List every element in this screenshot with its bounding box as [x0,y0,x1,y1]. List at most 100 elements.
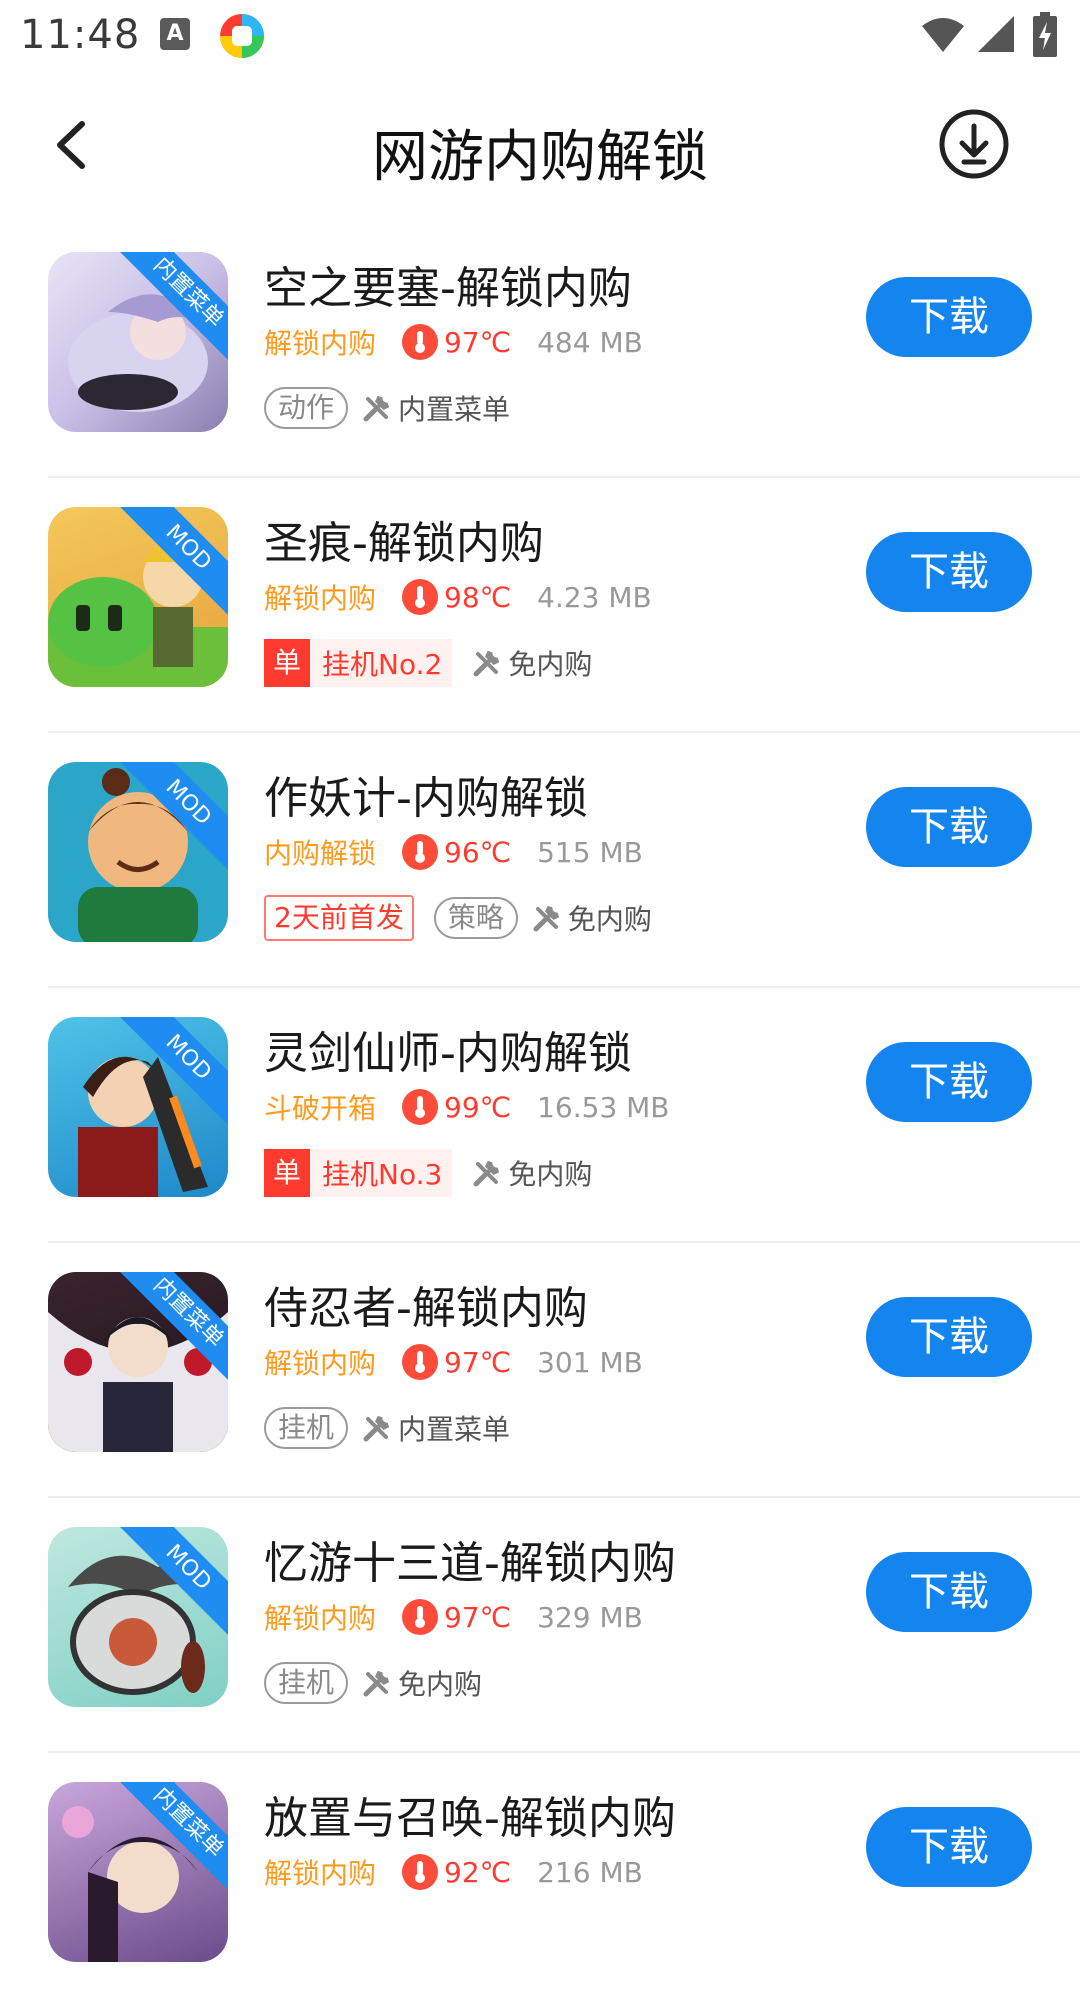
game-list-item[interactable]: MOD 圣痕-解锁内购 解锁内购 98℃ 4.23 MB 单 挂机No.2 免内… [0,477,1080,733]
tag-row: 2天前首发 策略 免内购 [264,894,652,942]
tag-row: 动作 内置菜单 [264,384,510,432]
game-icon[interactable]: 内置菜单 [48,1272,228,1452]
signal-icon [978,16,1014,52]
temperature-value: 99℃ [444,1090,512,1124]
game-meta: 解锁内购 97℃ 329 MB [264,1595,643,1639]
feature-label: 解锁内购 [264,1602,377,1635]
category-tag[interactable]: 策略 [433,897,518,939]
file-size: 4.23 MB [537,580,652,614]
thermometer-icon [402,1344,439,1380]
wrench-icon [472,648,502,678]
temperature-value: 97℃ [444,1345,512,1379]
game-list-item[interactable]: MOD 灵剑仙师-内购解锁 斗破开箱 99℃ 16.53 MB 单 挂机No.3 [0,987,1080,1243]
feature-label: 解锁内购 [264,1347,377,1380]
page-title: 网游内购解锁 [372,125,708,190]
wrench-icon [362,1413,392,1443]
feature-label: 斗破开箱 [264,1092,377,1125]
download-button[interactable]: 下载 [866,1552,1032,1632]
download-button[interactable]: 下载 [866,1807,1032,1887]
game-icon[interactable]: MOD [48,507,228,687]
tag-row: 单 挂机No.2 免内购 [264,639,592,687]
game-icon[interactable]: 内置菜单 [48,1782,228,1962]
game-meta: 解锁内购 97℃ 301 MB [264,1340,643,1384]
temperature-value: 92℃ [444,1855,512,1889]
file-size: 301 MB [537,1345,643,1379]
game-title: 圣痕-解锁内购 [264,518,544,569]
wrench-icon [362,1668,392,1698]
thermometer-icon [402,834,439,870]
download-button[interactable]: 下载 [866,532,1032,612]
game-list-item[interactable]: MOD 作妖计-内购解锁 内购解锁 96℃ 515 MB 2天前首发 策略 免内… [0,732,1080,988]
status-bar: 11:48 A [0,0,1080,72]
game-title: 灵剑仙师-内购解锁 [264,1028,632,1079]
file-size: 484 MB [537,325,643,359]
tool-label: 免内购 [398,1668,483,1701]
feature-label: 解锁内购 [264,1857,377,1890]
rank-tag[interactable]: 单 挂机No.3 [264,1149,453,1197]
thermometer-icon [402,1599,439,1635]
game-icon[interactable]: MOD [48,1017,228,1197]
file-size: 16.53 MB [537,1090,670,1124]
tool-label: 内置菜单 [398,1413,511,1446]
game-title: 侍忍者-解锁内购 [264,1283,588,1334]
download-button[interactable]: 下载 [866,1042,1032,1122]
thermometer-icon [402,324,439,360]
feature-label: 内购解锁 [264,837,377,870]
temperature-value: 96℃ [444,835,512,869]
tool-label: 免内购 [508,1158,593,1191]
game-meta: 斗破开箱 99℃ 16.53 MB [264,1085,670,1129]
wrench-icon [532,903,562,933]
game-list-item[interactable]: 内置菜单 侍忍者-解锁内购 解锁内购 97℃ 301 MB 挂机 内置菜单 下载 [0,1242,1080,1498]
feature-label: 解锁内购 [264,327,377,360]
tag-row: 单 挂机No.3 免内购 [264,1149,592,1197]
category-tag[interactable]: 挂机 [264,1662,349,1704]
download-button[interactable]: 下载 [866,1297,1032,1377]
game-icon[interactable]: MOD [48,1527,228,1707]
wrench-icon [472,1158,502,1188]
text-notification-icon: A [160,18,190,50]
game-meta: 解锁内购 92℃ 216 MB [264,1850,643,1894]
file-size: 216 MB [537,1855,643,1889]
tool-label: 免内购 [567,903,652,936]
release-tag[interactable]: 2天前首发 [264,895,414,941]
file-size: 515 MB [537,835,643,869]
thermometer-icon [402,579,439,615]
download-button[interactable]: 下载 [866,787,1032,867]
download-manager-button[interactable] [938,108,1010,180]
status-time: 11:48 [20,12,141,58]
temperature-value: 97℃ [444,1600,512,1634]
tool-label: 内置菜单 [398,393,511,426]
tag-row: 挂机 内置菜单 [264,1404,510,1452]
feature-label: 解锁内购 [264,582,377,615]
thermometer-icon [402,1089,439,1125]
game-list-item[interactable]: 内置菜单 放置与召唤-解锁内购 解锁内购 92℃ 216 MB 下载 [0,1752,1080,2007]
rank-box: 单 [264,1149,310,1197]
game-list-item[interactable]: 内置菜单 空之要塞-解锁内购 解锁内购 97℃ 484 MB 动作 内置菜单 下… [0,222,1080,478]
game-title: 忆游十三道-解锁内购 [264,1538,676,1589]
file-size: 329 MB [537,1600,643,1634]
category-tag[interactable]: 挂机 [264,1407,349,1449]
thermometer-icon [402,1854,439,1890]
temperature-value: 97℃ [444,325,512,359]
game-title: 空之要塞-解锁内购 [264,263,632,314]
rank-text: 挂机No.2 [322,648,443,681]
rank-text: 挂机No.3 [322,1158,443,1191]
wrench-icon [362,393,392,423]
game-icon[interactable]: 内置菜单 [48,252,228,432]
category-tag[interactable]: 动作 [264,387,349,429]
rank-box: 单 [264,639,310,687]
game-title: 放置与召唤-解锁内购 [264,1793,676,1844]
game-meta: 内购解锁 96℃ 515 MB [264,830,643,874]
app-notification-icon [220,14,264,58]
game-icon[interactable]: MOD [48,762,228,942]
battery-charging-icon [1033,12,1057,57]
game-meta: 解锁内购 98℃ 4.23 MB [264,575,652,619]
tool-label: 免内购 [508,648,593,681]
game-list: 内置菜单 空之要塞-解锁内购 解锁内购 97℃ 484 MB 动作 内置菜单 下… [0,222,1080,2007]
download-button[interactable]: 下载 [866,277,1032,357]
tag-row: 挂机 免内购 [264,1659,482,1707]
game-list-item[interactable]: MOD 忆游十三道-解锁内购 解锁内购 97℃ 329 MB 挂机 免内购 下载 [0,1497,1080,1753]
game-title: 作妖计-内购解锁 [264,773,588,824]
rank-tag[interactable]: 单 挂机No.2 [264,639,453,687]
page-header: 网游内购解锁 [0,72,1080,222]
